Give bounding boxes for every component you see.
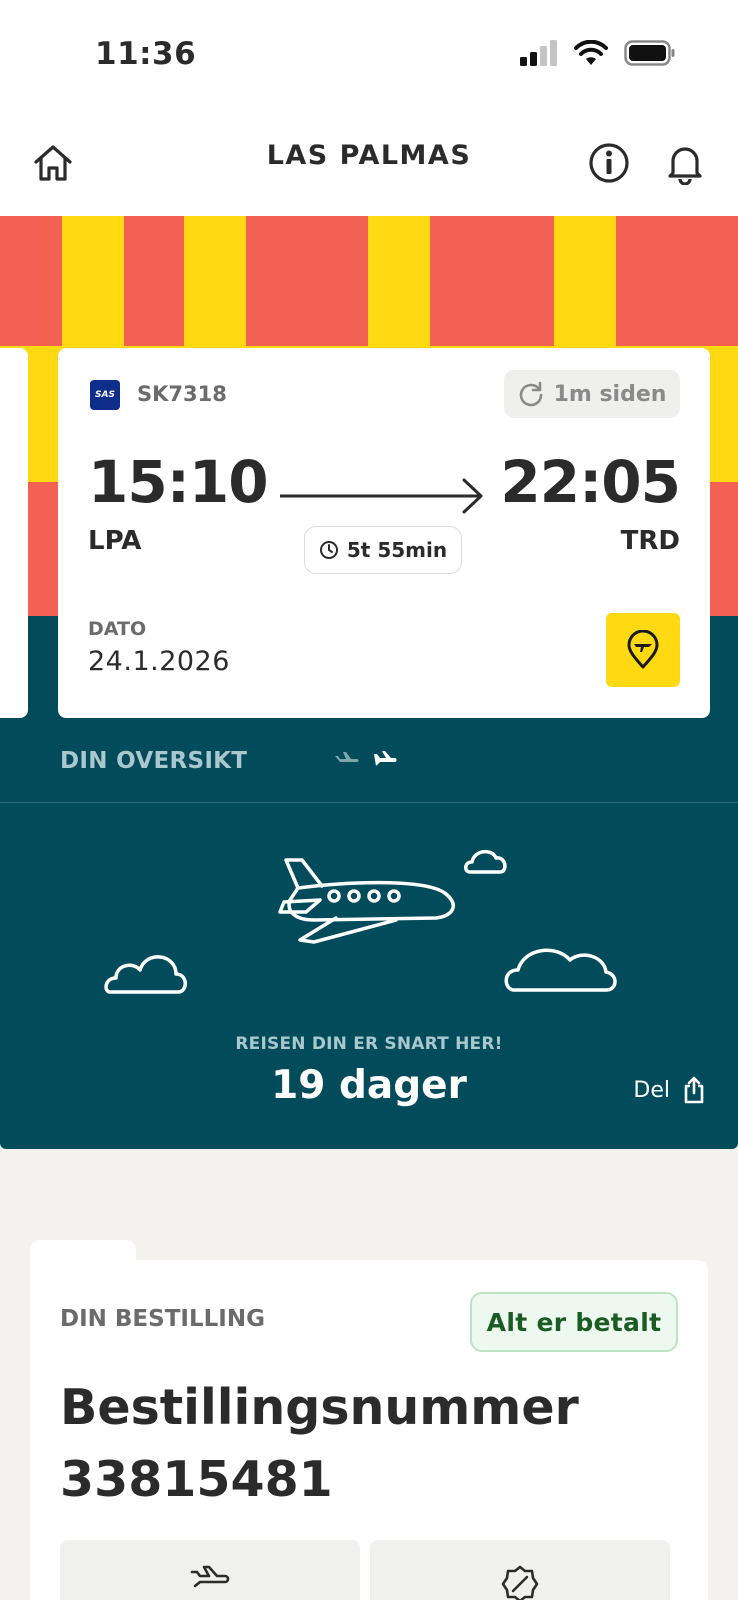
departure-time: 15:10 <box>88 448 269 516</box>
duration-text: 5t 55min <box>346 538 448 562</box>
flight-duration: 5t 55min <box>304 526 462 574</box>
clock-icon <box>319 541 338 559</box>
share-label: Del <box>633 1077 670 1103</box>
overview-label: DIN OVERSIKT <box>60 748 248 774</box>
share-icon <box>684 1076 704 1104</box>
countdown-value: 19 dager <box>271 1063 467 1108</box>
badge-icon <box>501 1565 539 1600</box>
arrival-time: 22:05 <box>500 448 681 516</box>
share-button[interactable]: Del <box>633 1076 706 1104</box>
divider <box>0 802 738 803</box>
bell-icon <box>668 147 702 185</box>
notifications-button[interactable] <box>660 138 710 188</box>
countdown-label: REISEN DIN ER SNART HER! <box>235 1034 503 1054</box>
booking-label: DIN BESTILLING <box>60 1306 265 1332</box>
date-value: 24.1.2026 <box>88 646 230 677</box>
status-bar: 11:36 <box>0 0 738 110</box>
booking-number-label: Bestillingsnummer <box>60 1379 579 1436</box>
status-time: 11:36 <box>95 36 197 72</box>
wifi-icon <box>574 40 608 65</box>
flight-pager[interactable] <box>334 750 398 768</box>
flight-details-tile[interactable] <box>60 1540 360 1600</box>
date-label: DATO <box>88 618 147 640</box>
route-arrow-icon <box>280 478 483 514</box>
info-icon <box>589 143 629 183</box>
booking-card[interactable]: DIN BESTILLING Alt er betalt Bestillings… <box>30 1260 708 1600</box>
departure-airport: LPA <box>88 526 142 556</box>
refresh-icon <box>519 381 542 407</box>
booking-number: Bestillingsnummer 33815481 <box>60 1372 579 1516</box>
booking-number-value: 33815481 <box>60 1451 333 1508</box>
plane-icon <box>335 752 359 762</box>
cellular-signal-icon <box>520 40 557 66</box>
plane-icon <box>190 1565 230 1588</box>
airline-logo: SAS <box>90 380 120 410</box>
extras-tile[interactable] <box>370 1540 670 1600</box>
battery-icon <box>624 40 675 66</box>
info-button[interactable] <box>584 138 634 188</box>
arrival-airport: TRD <box>620 526 680 556</box>
map-pin-icon <box>627 630 659 669</box>
payment-status-badge: Alt er betalt <box>470 1292 678 1352</box>
plane-clouds-illustration <box>104 849 617 994</box>
nav-bar: LAS PALMAS <box>0 110 738 216</box>
status-icons <box>520 40 676 66</box>
plane-icon <box>374 751 397 766</box>
refresh-button[interactable]: 1m siden <box>504 370 680 418</box>
flight-number: SK7318 <box>137 382 227 406</box>
previous-flight-card[interactable] <box>0 348 28 718</box>
last-updated-text: 1m siden <box>553 381 667 407</box>
flight-card[interactable]: SAS SK7318 1m siden 15:10 22:05 LPA TRD … <box>58 348 710 718</box>
destination-map-button[interactable] <box>606 613 680 687</box>
